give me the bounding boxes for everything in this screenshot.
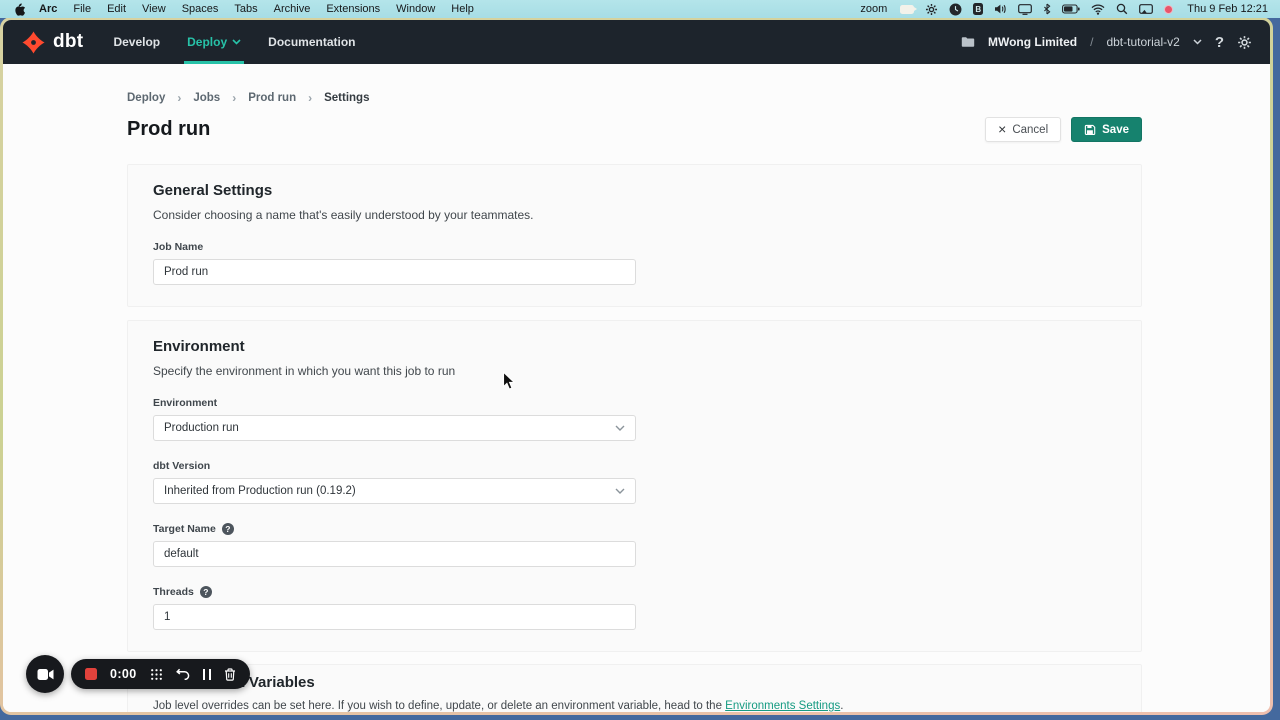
chevron-down-icon — [615, 488, 625, 494]
wifi-icon[interactable] — [1091, 4, 1105, 15]
close-x-icon — [998, 122, 1006, 137]
restart-undo-icon[interactable] — [176, 668, 190, 680]
environment-variables-description: Job level overrides can be set here. If … — [153, 700, 1116, 712]
account-path-separator: / — [1090, 35, 1093, 49]
threads-label: Threads — [153, 586, 194, 598]
browser-window: dbt Develop Deploy Documentation MWong L… — [0, 17, 1273, 715]
menu-item-archive[interactable]: Archive — [266, 3, 319, 15]
environment-variables-title: Environment Variables — [153, 674, 1116, 691]
environment-select[interactable]: Production run — [153, 415, 636, 441]
bluetooth-icon[interactable] — [1043, 3, 1051, 15]
discard-trash-icon[interactable] — [224, 668, 236, 681]
chevron-down-icon — [232, 39, 241, 45]
threads-input[interactable] — [153, 604, 636, 630]
target-name-help-icon[interactable] — [222, 523, 234, 535]
spotlight-search-icon[interactable] — [1116, 3, 1128, 15]
menu-item-edit[interactable]: Edit — [99, 3, 134, 15]
breadcrumb-separator — [308, 91, 312, 105]
cancel-button[interactable]: Cancel — [985, 117, 1061, 142]
breadcrumb-deploy[interactable]: Deploy — [127, 92, 165, 104]
environment-variables-card: Environment Variables Job level override… — [127, 664, 1142, 712]
job-name-input[interactable] — [153, 259, 636, 285]
mouse-cursor — [502, 371, 516, 391]
nav-item-deploy-label: Deploy — [187, 35, 227, 49]
environment-select-label: Environment — [153, 397, 1116, 409]
stop-recording-button[interactable] — [85, 668, 97, 680]
environments-settings-link[interactable]: Environments Settings — [725, 700, 840, 712]
recording-indicator-icon[interactable] — [1164, 5, 1173, 14]
menu-item-help[interactable]: Help — [443, 3, 482, 15]
menu-item-view[interactable]: View — [134, 3, 174, 15]
dbt-logo-icon — [21, 30, 46, 55]
env-vars-text-prefix: Job level overrides can be set here. If … — [153, 700, 725, 712]
folder-icon — [961, 36, 975, 48]
menu-item-file[interactable]: File — [65, 3, 99, 15]
battery-icon[interactable] — [1062, 4, 1080, 14]
environment-select-value: Production run — [164, 422, 239, 434]
breadcrumb-settings: Settings — [324, 92, 369, 104]
menu-item-window[interactable]: Window — [388, 3, 443, 15]
menu-clock[interactable]: Thu 9 Feb 12:21 — [1187, 3, 1268, 15]
general-settings-card: General Settings Consider choosing a nam… — [127, 164, 1142, 307]
nav-item-deploy[interactable]: Deploy — [187, 20, 241, 64]
nav-item-develop[interactable]: Develop — [113, 20, 160, 64]
dbt-version-select-value: Inherited from Production run (0.19.2) — [164, 485, 356, 497]
volume-icon[interactable] — [994, 3, 1007, 15]
app-b-icon[interactable] — [973, 3, 983, 15]
breadcrumb-jobs[interactable]: Jobs — [193, 92, 220, 104]
display-icon[interactable] — [1018, 4, 1032, 15]
nav-item-documentation[interactable]: Documentation — [268, 20, 355, 64]
breadcrumb: Deploy Jobs Prod run Settings — [127, 64, 1142, 105]
save-floppy-icon — [1084, 124, 1096, 136]
environment-description: Specify the environment in which you wan… — [153, 364, 1116, 378]
video-camera-icon — [37, 668, 54, 681]
target-name-input[interactable] — [153, 541, 636, 567]
general-settings-title: General Settings — [153, 182, 1116, 199]
target-name-label: Target Name — [153, 523, 216, 535]
screen-mirroring-icon[interactable] — [1139, 4, 1153, 15]
breadcrumb-separator — [232, 91, 236, 105]
breadcrumb-prod-run[interactable]: Prod run — [248, 92, 296, 104]
pause-recording-icon[interactable] — [203, 669, 211, 680]
environment-title: Environment — [153, 338, 1116, 355]
cancel-button-label: Cancel — [1012, 124, 1048, 136]
gear-status-icon[interactable] — [925, 3, 938, 16]
job-name-label: Job Name — [153, 241, 1116, 253]
threads-help-icon[interactable] — [200, 586, 212, 598]
general-settings-description: Consider choosing a name that's easily u… — [153, 208, 1116, 222]
recorder-toolbar: 0:00 — [71, 659, 250, 689]
drag-handle-icon[interactable] — [150, 668, 163, 681]
brand-wordmark: dbt — [53, 31, 83, 53]
settings-gear-icon[interactable] — [1237, 35, 1252, 50]
recorder-camera-button[interactable] — [26, 655, 64, 693]
apple-menu-icon[interactable] — [14, 3, 25, 16]
dbt-brand[interactable]: dbt — [21, 20, 83, 64]
project-name[interactable]: dbt-tutorial-v2 — [1106, 35, 1179, 49]
menu-item-extensions[interactable]: Extensions — [318, 3, 388, 15]
macos-menu-bar: Arc File Edit View Spaces Tabs Archive E… — [0, 0, 1280, 18]
menu-item-spaces[interactable]: Spaces — [174, 3, 227, 15]
navbar-right: MWong Limited / dbt-tutorial-v2 ? — [961, 20, 1252, 64]
recording-timer: 0:00 — [110, 667, 137, 681]
breadcrumb-separator — [177, 91, 181, 105]
account-name[interactable]: MWong Limited — [988, 35, 1077, 49]
dbt-navbar: dbt Develop Deploy Documentation MWong L… — [3, 20, 1270, 64]
save-button-label: Save — [1102, 124, 1129, 136]
menu-item-arc[interactable]: Arc — [31, 3, 65, 15]
nav-links: Develop Deploy Documentation — [113, 20, 382, 64]
save-button[interactable]: Save — [1071, 117, 1142, 142]
menu-item-tabs[interactable]: Tabs — [226, 3, 265, 15]
env-vars-text-suffix: . — [840, 700, 843, 712]
menu-item-zoom-app[interactable]: zoom — [860, 3, 887, 15]
zoom-camera-icon[interactable] — [900, 5, 914, 14]
clock-app-icon[interactable] — [949, 3, 962, 16]
environment-card: Environment Specify the environment in w… — [127, 320, 1142, 652]
page-title: Prod run — [127, 118, 210, 141]
dbt-version-label: dbt Version — [153, 460, 1116, 472]
chevron-down-icon — [615, 425, 625, 431]
dbt-version-select[interactable]: Inherited from Production run (0.19.2) — [153, 478, 636, 504]
help-icon[interactable]: ? — [1215, 34, 1224, 51]
page-content: Deploy Jobs Prod run Settings Prod run C… — [3, 64, 1270, 712]
project-chevron-down-icon[interactable] — [1193, 39, 1202, 45]
